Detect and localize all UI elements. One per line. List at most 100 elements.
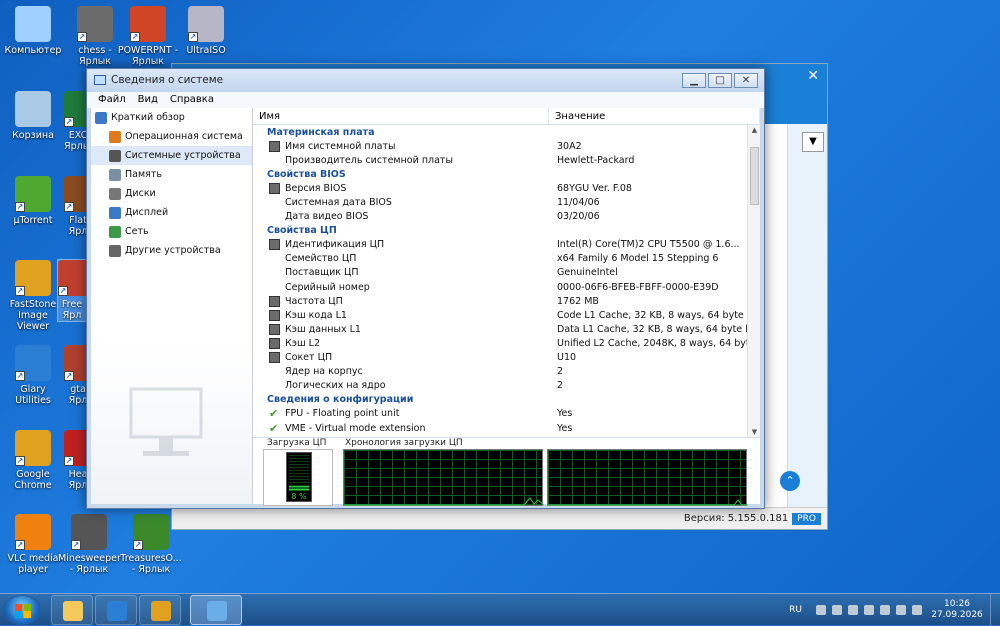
property-row[interactable]: Системная дата BIOS 11/04/06 <box>253 195 760 209</box>
property-row[interactable]: Семейство ЦП x64 Family 6 Model 15 Steppi… <box>253 252 760 266</box>
chip-icon <box>109 149 121 162</box>
chrome-icon: ↗ <box>15 430 51 466</box>
property-row[interactable]: Дата видео BIOS 03/20/06 <box>253 210 760 224</box>
property-row[interactable]: Идентификация ЦП Intel(R) Core(TM)2 CPU T… <box>253 238 760 252</box>
volume-icon[interactable] <box>896 605 906 615</box>
property-row[interactable]: Поставщик ЦП GenuineIntel <box>253 266 760 280</box>
cpu-history-line-core2 <box>548 499 748 506</box>
tree-item[interactable]: Память <box>91 165 252 184</box>
action-center-flag-icon[interactable] <box>912 605 922 615</box>
section-header[interactable]: Свойства BIOS <box>253 167 760 181</box>
close-button[interactable]: ✕ <box>734 73 758 88</box>
desktop-icon[interactable]: ↗ FastStone Image Viewer <box>2 260 64 332</box>
section-header[interactable]: Свойства ЦП <box>253 224 760 238</box>
power-icon[interactable] <box>880 605 890 615</box>
tree-item-label: Диски <box>125 188 156 199</box>
tree-item[interactable]: Дисплей <box>91 203 252 222</box>
chrome-taskbar-button[interactable] <box>139 595 181 625</box>
property-row[interactable]: Логических на ядро 2 <box>253 379 760 393</box>
column-header-value[interactable]: Значение <box>549 108 760 124</box>
cpu-graphs-panel: Загрузка ЦП Хронология загрузки ЦП 8 % <box>253 437 760 506</box>
utorrent-icon: ↗ <box>15 176 51 212</box>
desktop-icon[interactable]: ↗ Minesweeper - Ярлык <box>58 514 121 575</box>
chrome-icon <box>151 601 171 621</box>
cpu-load-bar: 8 % <box>286 452 312 502</box>
explorer-taskbar-button[interactable] <box>51 595 93 625</box>
help-icon[interactable] <box>816 605 826 615</box>
desktop-icon[interactable]: Компьютер <box>2 6 64 56</box>
property-row[interactable]: Кэш L2 Unified L2 Cache, 2048K, 8 ways, 6… <box>253 336 760 350</box>
menu-help[interactable]: Справка <box>164 92 220 108</box>
network-icon[interactable] <box>864 605 874 615</box>
menu-view[interactable]: Вид <box>132 92 164 108</box>
property-row[interactable]: ✔ VME - Virtual mode extension Yes <box>253 421 760 435</box>
cpu-icon <box>269 295 280 307</box>
desktop-icon[interactable]: ↗ µTorrent <box>2 176 64 226</box>
shortcut-arrow-icon: ↗ <box>15 456 25 466</box>
desktop-icon[interactable]: ↗ UltraISO <box>175 6 237 56</box>
property-row[interactable]: Частота ЦП 1762 MB <box>253 294 760 308</box>
window-titlebar[interactable]: Сведения о системе ▁ □ ✕ <box>87 69 764 92</box>
glary-close-icon[interactable]: ✕ <box>807 68 819 84</box>
shortcut-arrow-icon: ↗ <box>130 32 140 42</box>
desktop-icon[interactable]: ↗ POWERPNT - Ярлык <box>117 6 179 67</box>
tray-app-icon[interactable] <box>832 605 842 615</box>
vertical-scrollbar[interactable]: ▲ ▼ <box>747 125 760 437</box>
glary-version-text: Версия: 5.155.0.181 <box>683 513 789 524</box>
glary-scroll-up-icon[interactable]: ⌃ <box>780 471 800 491</box>
desktop-icon[interactable]: ↗ Glary Utilities <box>2 345 64 406</box>
cpu-load-fill <box>289 486 309 491</box>
scroll-down-arrow-icon[interactable]: ▼ <box>748 428 760 436</box>
section-header[interactable]: Материнская плата <box>253 125 760 139</box>
glary-side-panel <box>787 124 827 507</box>
property-row[interactable]: Ядер на корпус 2 <box>253 365 760 379</box>
scrollbar-thumb[interactable] <box>750 147 759 205</box>
cpu-icon <box>269 337 280 349</box>
cpu-load-gauge: 8 % <box>263 449 333 506</box>
desktop-icon[interactable]: ↗ Free Ярл <box>57 259 87 322</box>
shortcut-arrow-icon: ↗ <box>77 32 87 42</box>
desktop-icon[interactable]: ↗ VLC media player <box>2 514 64 575</box>
property-name: VME - Virtual mode extension <box>285 422 426 434</box>
language-indicator[interactable]: RU <box>789 605 802 615</box>
board-icon <box>269 140 280 152</box>
scroll-up-arrow-icon[interactable]: ▲ <box>748 126 760 134</box>
tree-item[interactable]: Диски <box>91 184 252 203</box>
section-header[interactable]: Сведения о конфигурации <box>253 393 760 407</box>
property-row[interactable]: Производитель системной платы Hewlett-Pac… <box>253 153 760 167</box>
tree-item[interactable]: Системные устройства <box>91 146 252 165</box>
clock[interactable]: 10:26 27.09.2026 <box>928 599 986 621</box>
tree-item[interactable]: Краткий обзор <box>91 108 252 127</box>
cpu-history-label: Хронология загрузки ЦП <box>345 438 463 448</box>
memory-icon <box>109 168 121 181</box>
property-row[interactable]: Имя системной платы 30A2 <box>253 139 760 153</box>
glary-taskbar-button[interactable] <box>95 595 137 625</box>
column-header-name[interactable]: Имя <box>253 108 549 124</box>
minimize-button[interactable]: ▁ <box>682 73 706 88</box>
clock-date: 27.09.2026 <box>931 610 983 620</box>
property-value: 2 <box>557 366 564 378</box>
property-row[interactable]: Серийный номер 0000-06F6-BFEB-FBFF-0000-E… <box>253 280 760 294</box>
show-desktop-button[interactable] <box>990 594 1000 626</box>
property-row[interactable]: Версия BIOS 68YGU Ver. F.08 <box>253 181 760 195</box>
start-button[interactable] <box>3 595 41 625</box>
tree-item[interactable]: Сеть <box>91 222 252 241</box>
category-tree: Краткий обзор Операционная система Системн… <box>91 108 253 504</box>
blank-icon <box>269 155 280 166</box>
tree-item[interactable]: Другие устройства <box>91 241 252 260</box>
property-row[interactable]: Сокет ЦП U10 <box>253 351 760 365</box>
desktop-icon[interactable]: ↗ Google Chrome <box>2 430 64 491</box>
property-row[interactable]: ✔ FPU - Floating point unit Yes <box>253 407 760 421</box>
property-row[interactable]: Кэш кода L1 Code L1 Cache, 32 KB, 8 ways,… <box>253 308 760 322</box>
desktop-icon[interactable]: Корзина <box>2 91 64 141</box>
property-row[interactable]: Кэш данных L1 Data L1 Cache, 32 KB, 8 way… <box>253 322 760 336</box>
glary-dropdown-icon[interactable]: ▼ <box>802 132 824 152</box>
property-name: Идентификация ЦП <box>285 239 385 251</box>
maximize-button[interactable]: □ <box>708 73 732 88</box>
window-title: Сведения о системе <box>111 74 224 86</box>
tree-item[interactable]: Операционная система <box>91 127 252 146</box>
sysinfo-taskbar-button[interactable] <box>190 595 242 625</box>
cpu-history-chart-core1 <box>343 449 545 506</box>
menu-file[interactable]: Файл <box>92 92 132 108</box>
bluetooth-icon[interactable] <box>848 605 858 615</box>
